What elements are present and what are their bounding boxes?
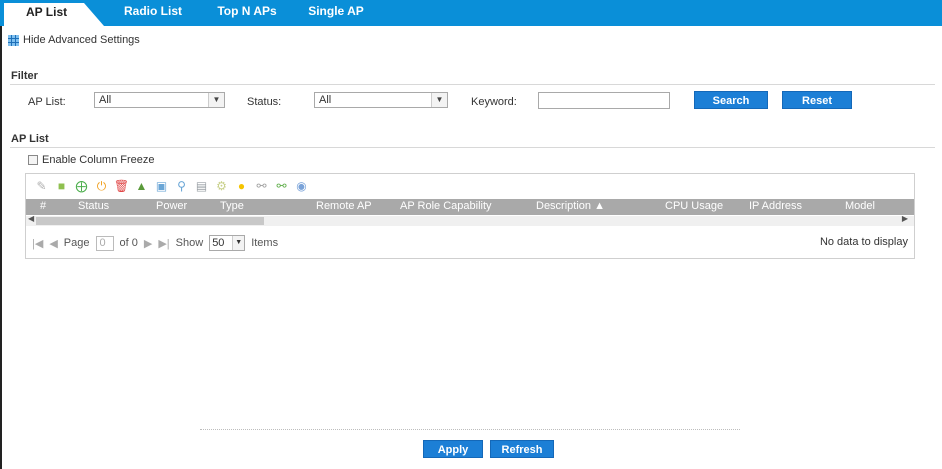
- scroll-left-icon[interactable]: ◀: [28, 214, 34, 223]
- hide-advanced-settings-link[interactable]: Hide Advanced Settings: [8, 33, 140, 47]
- filter-divider: [10, 84, 935, 85]
- col-ap-role-capability[interactable]: AP Role Capability: [400, 200, 492, 212]
- chevron-down-icon: ▼: [431, 93, 447, 107]
- table-icon: [8, 34, 19, 46]
- options-icon[interactable]: ◉: [294, 179, 309, 194]
- search-button[interactable]: Search: [694, 91, 768, 109]
- delete-icon[interactable]: 🗑: [114, 179, 129, 194]
- footer-divider: [200, 429, 740, 430]
- ap-list-label: AP List:: [28, 96, 66, 108]
- prev-page-icon[interactable]: ◀: [49, 237, 57, 250]
- edit-icon[interactable]: ✎: [34, 179, 49, 194]
- col-model[interactable]: Model: [845, 200, 875, 212]
- ap-list-divider: [10, 147, 935, 148]
- tab-ap-list[interactable]: AP List: [4, 3, 104, 26]
- power-icon[interactable]: ⏻: [94, 179, 109, 194]
- col-type[interactable]: Type: [220, 200, 244, 212]
- light-icon[interactable]: ●: [234, 179, 249, 194]
- page-label: Page: [63, 237, 90, 249]
- monitor-icon[interactable]: ▣: [154, 179, 169, 194]
- col-ip-address[interactable]: IP Address: [749, 200, 802, 212]
- page-input[interactable]: 0: [95, 235, 114, 251]
- user-edit-icon[interactable]: ▲: [134, 179, 149, 194]
- column-freeze-toggle[interactable]: Enable Column Freeze: [28, 154, 155, 166]
- ap-list-select[interactable]: All ▼: [94, 92, 225, 108]
- add-icon[interactable]: ⨁: [74, 179, 89, 194]
- chevron-down-icon: ▼: [208, 93, 224, 107]
- no-data-message: No data to display: [819, 236, 908, 248]
- col-number[interactable]: #: [40, 200, 46, 212]
- scrollbar-thumb[interactable]: [36, 217, 264, 225]
- col-status[interactable]: Status: [78, 200, 109, 212]
- keyword-input[interactable]: [538, 92, 670, 109]
- wireless-icon[interactable]: ⚲: [174, 179, 189, 194]
- tab-single-ap[interactable]: Single AP: [304, 0, 368, 26]
- pagination-bar: |◀ ◀ Page 0 of 0 ▶ ▶| Show 50 ▼ Items No…: [26, 228, 914, 258]
- keyword-label: Keyword:: [471, 96, 517, 108]
- col-description[interactable]: Description ▲: [536, 200, 605, 212]
- last-page-icon[interactable]: ▶|: [158, 237, 169, 250]
- column-freeze-checkbox[interactable]: [28, 155, 38, 165]
- chevron-down-icon: ▼: [232, 236, 245, 250]
- col-power[interactable]: Power: [156, 200, 187, 212]
- window-left-border: [0, 0, 2, 469]
- tab-radio-list[interactable]: Radio List: [118, 0, 188, 26]
- col-remote-ap[interactable]: Remote AP: [316, 200, 372, 212]
- lock-icon[interactable]: ▤: [194, 179, 209, 194]
- show-label: Show: [175, 237, 204, 249]
- tag-icon[interactable]: ⚯: [274, 179, 289, 194]
- items-label: Items: [251, 237, 279, 249]
- ap-table: ✎ ■ ⨁ ⏻ 🗑 ▲ ▣ ⚲ ▤ ⚙ ● ⚯ ⚯ ◉ # Status Pow…: [25, 173, 915, 259]
- map-icon[interactable]: ⚯: [254, 179, 269, 194]
- col-cpu-usage[interactable]: CPU Usage: [665, 200, 723, 212]
- status-select-value: All: [319, 94, 332, 106]
- refresh-button[interactable]: Refresh: [490, 440, 554, 458]
- hide-advanced-label: Hide Advanced Settings: [23, 34, 140, 46]
- next-page-icon[interactable]: ▶: [144, 237, 152, 250]
- horizontal-scrollbar[interactable]: ◀ ▶: [26, 214, 914, 226]
- tab-top-n-aps[interactable]: Top N APs: [210, 0, 284, 26]
- status-label: Status:: [247, 96, 282, 108]
- scroll-right-icon[interactable]: ▶: [902, 214, 908, 223]
- ap-list-select-value: All: [99, 94, 112, 106]
- add-ap-icon[interactable]: ■: [54, 179, 69, 194]
- column-freeze-label: Enable Column Freeze: [42, 154, 155, 166]
- reset-button[interactable]: Reset: [782, 91, 852, 109]
- tab-bar: AP List Radio List Top N APs Single AP: [0, 0, 942, 26]
- apply-button[interactable]: Apply: [423, 440, 483, 458]
- table-header: # Status Power Type Remote AP AP Role Ca…: [26, 199, 914, 215]
- ap-list-title: AP List: [11, 133, 49, 145]
- settings-icon[interactable]: ⚙: [214, 179, 229, 194]
- page-size-value: 50: [212, 237, 225, 249]
- page-size-select[interactable]: 50 ▼: [209, 235, 246, 251]
- status-select[interactable]: All ▼: [314, 92, 448, 108]
- filter-title: Filter: [11, 70, 38, 82]
- page-of-label: of 0: [119, 237, 138, 249]
- tab-ap-list-label: AP List: [26, 5, 68, 19]
- first-page-icon[interactable]: |◀: [32, 237, 43, 250]
- table-toolbar: ✎ ■ ⨁ ⏻ 🗑 ▲ ▣ ⚲ ▤ ⚙ ● ⚯ ⚯ ◉: [26, 174, 914, 198]
